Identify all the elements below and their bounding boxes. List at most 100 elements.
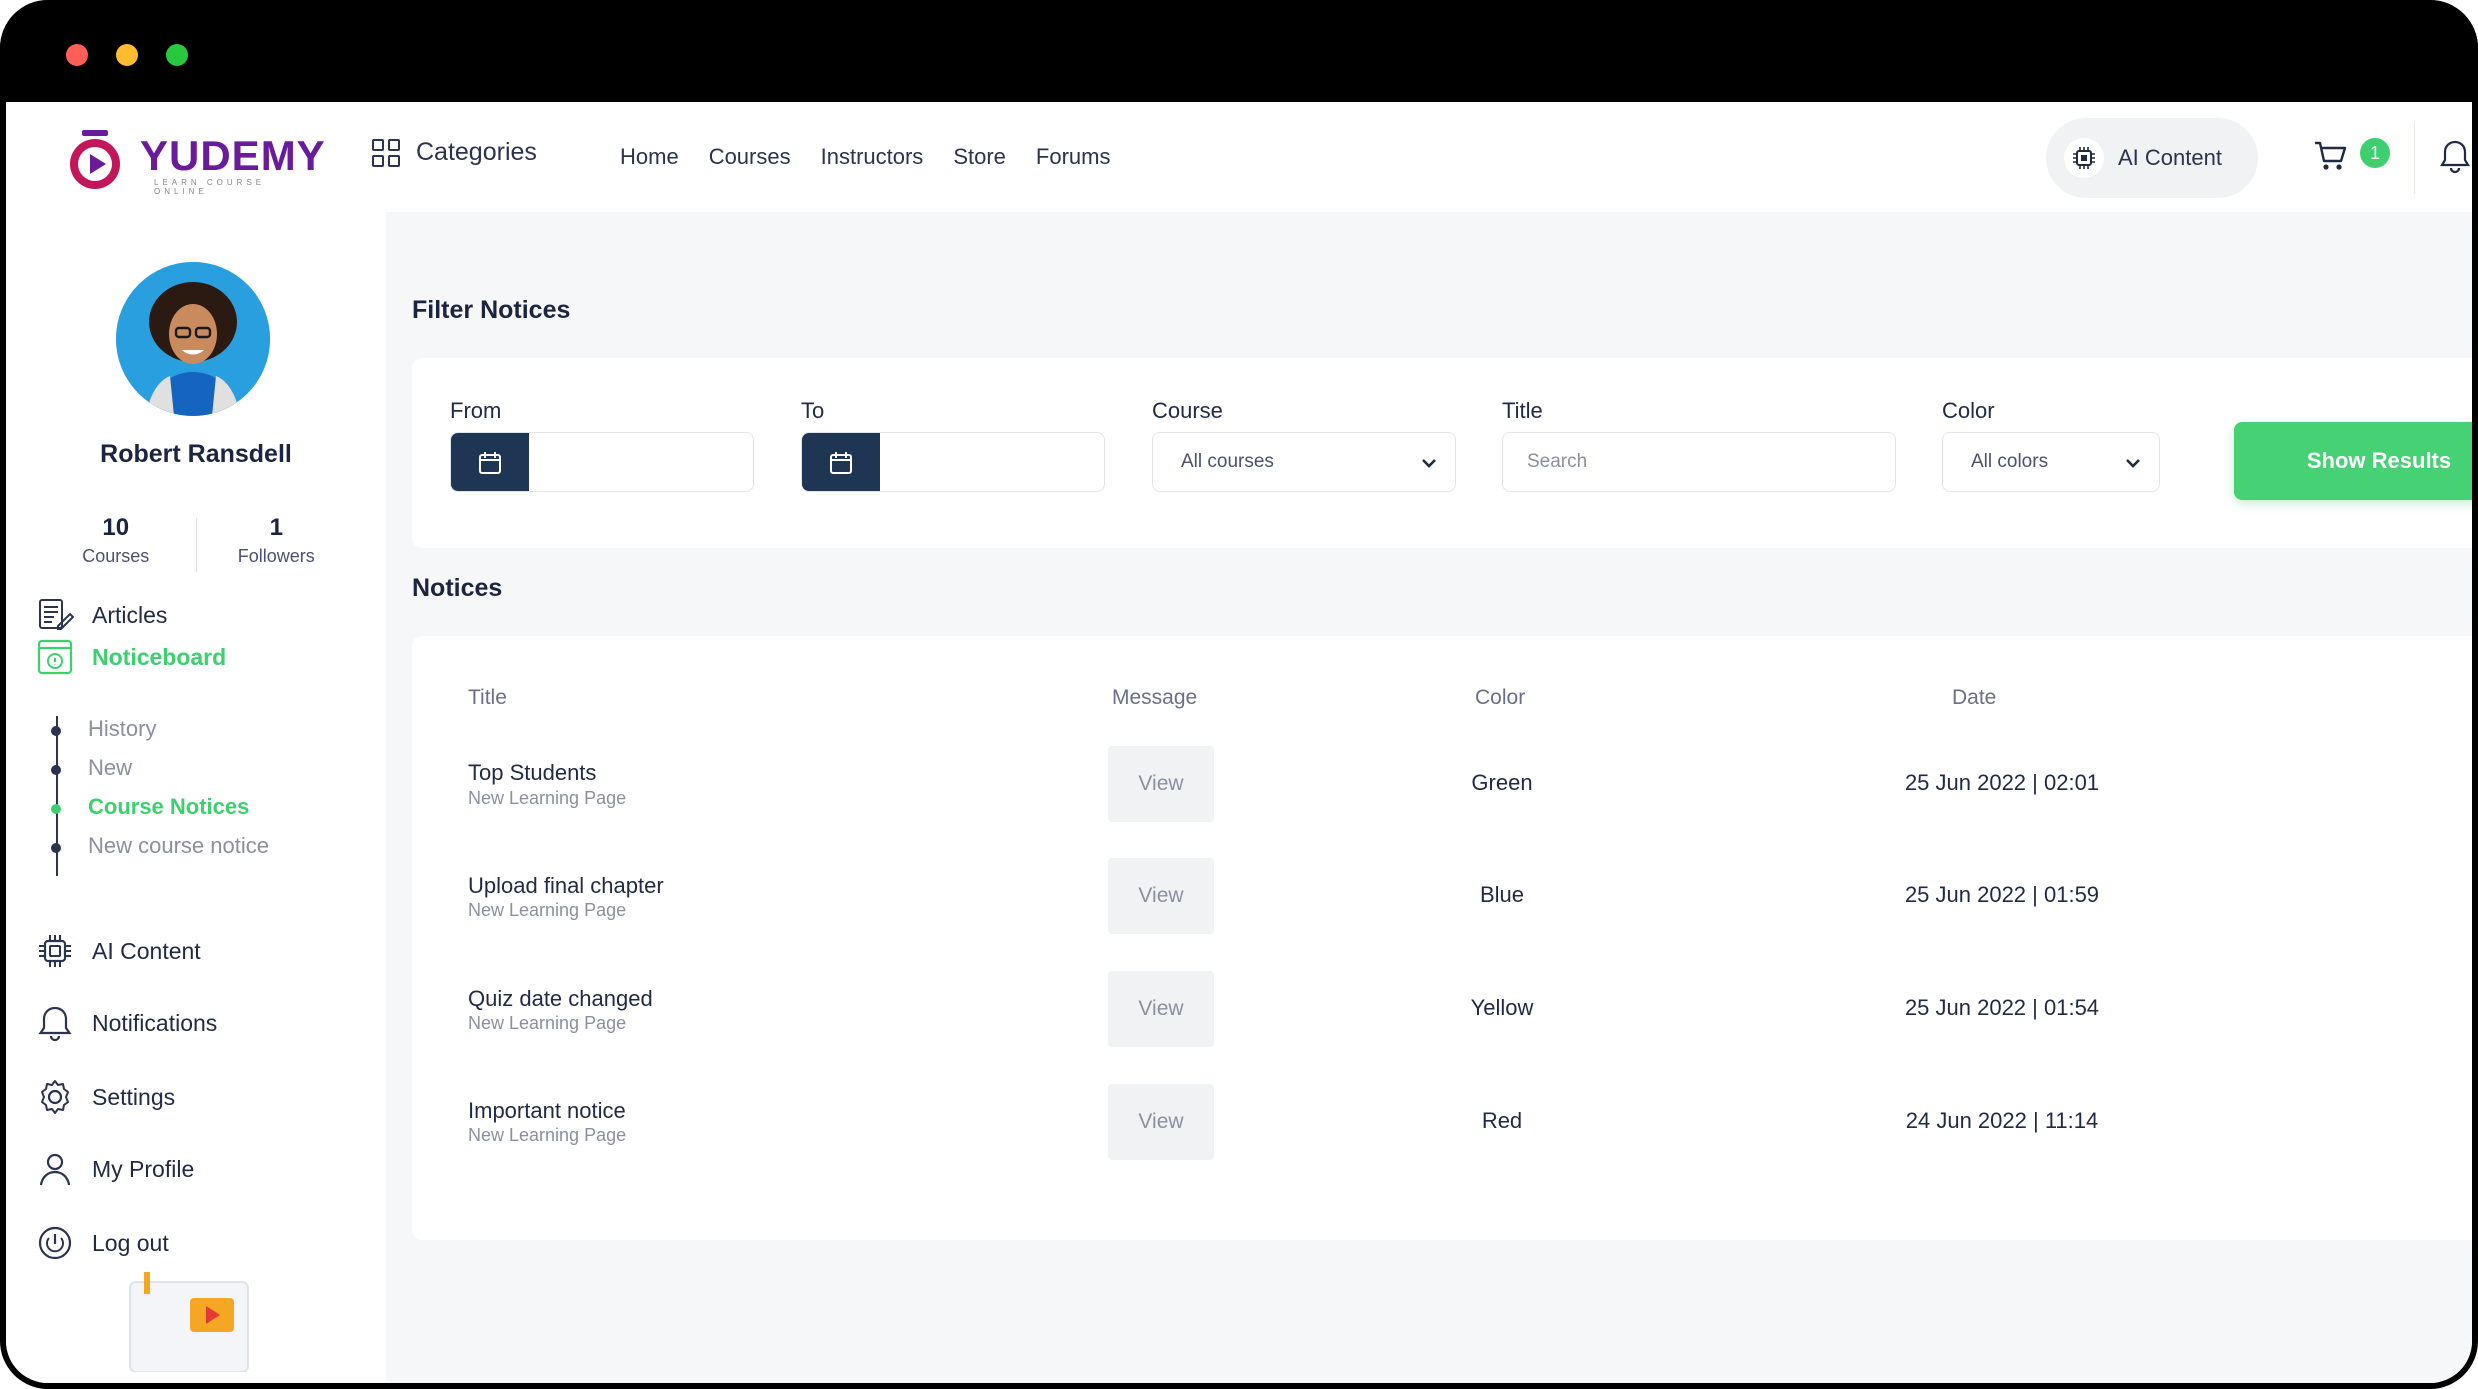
- sidebar-item-notifications[interactable]: Notifications: [36, 1004, 217, 1042]
- grid-icon: [372, 138, 400, 167]
- nav-link-store[interactable]: Store: [953, 144, 1006, 170]
- notice-color: Green: [1471, 770, 1533, 795]
- ai-content-label: AI Content: [2118, 145, 2222, 170]
- to-label: To: [801, 398, 825, 423]
- sidebar-item-label: My Profile: [92, 1155, 195, 1182]
- nav-link-instructors[interactable]: Instructors: [821, 144, 924, 170]
- submenu-dot: [51, 765, 61, 775]
- sidebar-item-log-out[interactable]: Log out: [36, 1224, 169, 1262]
- notice-subtitle: New Learning Page: [468, 1125, 627, 1145]
- site-logo[interactable]: YUDEMY LEARN COURSE ONLINE: [62, 124, 325, 196]
- view-message-button[interactable]: View: [1108, 858, 1214, 934]
- ai-content-button[interactable]: AI Content: [2046, 118, 2258, 198]
- notice-color: Blue: [1479, 882, 1525, 907]
- nav-link-courses[interactable]: Courses: [709, 144, 791, 170]
- bell-icon: [38, 1006, 72, 1042]
- notice-date: 25 Jun 2022 | 01:54: [1904, 995, 2100, 1020]
- column-header-title: Title: [468, 686, 507, 709]
- sidebar-item-settings[interactable]: Settings: [36, 1078, 175, 1116]
- course-select-value: All courses: [1181, 451, 1274, 472]
- sidebar-item-articles[interactable]: Articles: [36, 596, 167, 634]
- from-label: From: [450, 398, 502, 423]
- device-frame: YUDEMY LEARN COURSE ONLINE Categories Ho…: [0, 0, 2478, 1389]
- title-search-input[interactable]: Search: [1502, 432, 1896, 492]
- cart-icon[interactable]: [2312, 138, 2348, 174]
- top-header: YUDEMY LEARN COURSE ONLINE Categories Ho…: [6, 102, 2472, 212]
- course-select[interactable]: All courses: [1152, 432, 1456, 492]
- main-content: Filter Notices From To Course All course…: [386, 212, 2472, 1383]
- cart-count-badge: 1: [2360, 138, 2390, 168]
- power-icon: [38, 1226, 72, 1260]
- minimize-window-button[interactable]: [116, 44, 138, 66]
- submenu-dot: [51, 726, 61, 736]
- column-header-date: Date: [1952, 686, 1997, 709]
- sidebar: Robert Ransdell 10 Courses 1 Followers A…: [6, 212, 386, 1383]
- avatar[interactable]: [116, 262, 270, 416]
- close-window-button[interactable]: [66, 44, 88, 66]
- nav-link-forums[interactable]: Forums: [1036, 144, 1111, 170]
- sidebar-item-label: Settings: [92, 1083, 176, 1110]
- stat-courses-count: 10: [102, 514, 130, 541]
- sidebar-item-label: Articles: [92, 601, 168, 628]
- sidebar-item-ai-content[interactable]: AI Content: [36, 932, 201, 970]
- stat-courses-label: Courses: [82, 546, 150, 566]
- notice-title: Quiz date changed: [468, 986, 653, 1011]
- filter-card: From To Course All courses Title Search …: [412, 358, 2472, 548]
- from-date-field[interactable]: [450, 432, 754, 492]
- user-icon: [39, 1153, 71, 1186]
- notice-title: Important notice: [468, 1098, 626, 1123]
- submenu-dot-active: [51, 804, 61, 814]
- title-label: Title: [1502, 398, 1543, 423]
- user-name: Robert Ransdell: [100, 440, 292, 468]
- submenu-dot: [51, 843, 61, 853]
- maximize-window-button[interactable]: [166, 44, 188, 66]
- logo-wordmark: YUDEMY: [140, 132, 326, 179]
- sidebar-item-label: Log out: [92, 1229, 169, 1256]
- stat-followers-count: 1: [269, 514, 283, 541]
- notice-color: Red: [1481, 1108, 1523, 1133]
- categories-label: Categories: [416, 138, 537, 166]
- view-message-button[interactable]: View: [1108, 746, 1214, 822]
- column-header-color: Color: [1475, 686, 1526, 709]
- view-message-button[interactable]: View: [1108, 971, 1214, 1047]
- notice-title: Top Students: [468, 760, 597, 785]
- stat-followers: 1 Followers: [197, 514, 357, 574]
- submenu-item-new[interactable]: New: [88, 755, 132, 781]
- user-stats: 10 Courses 1 Followers: [36, 514, 356, 574]
- stat-followers-label: Followers: [237, 546, 315, 566]
- calendar-icon[interactable]: [451, 433, 529, 491]
- logo-tagline: LEARN COURSE ONLINE: [154, 178, 266, 196]
- notices-title: Notices: [412, 574, 503, 602]
- calendar-icon[interactable]: [802, 433, 880, 491]
- logo-play-icon: [70, 130, 120, 189]
- bell-icon[interactable]: [2438, 138, 2472, 174]
- notice-date: 25 Jun 2022 | 01:59: [1904, 882, 2100, 907]
- notice-color: Yellow: [1470, 995, 1534, 1020]
- categories-menu-button[interactable]: Categories: [372, 138, 537, 167]
- window-titlebar: [0, 0, 2478, 102]
- to-date-field[interactable]: [801, 432, 1105, 492]
- nav-link-home[interactable]: Home: [620, 144, 679, 170]
- color-select-value: All colors: [1971, 451, 2049, 472]
- show-results-button[interactable]: Show Results: [2234, 422, 2472, 500]
- color-select[interactable]: All colors: [1942, 432, 2160, 492]
- submenu-item-history[interactable]: History: [88, 716, 156, 742]
- title-search-placeholder: Search: [1527, 451, 1588, 472]
- notices-table: Title Message Color Date Top Students Ne…: [412, 636, 2472, 1240]
- notice-date: 24 Jun 2022 | 11:14: [1905, 1108, 2099, 1133]
- color-label: Color: [1942, 398, 1995, 423]
- submenu-item-course-notices[interactable]: Course Notices: [88, 794, 249, 820]
- view-message-button[interactable]: View: [1108, 1084, 1214, 1160]
- notice-date: 25 Jun 2022 | 02:01: [1904, 770, 2100, 795]
- notice-title: Upload final chapter: [468, 873, 664, 898]
- filter-notices-title: Filter Notices: [412, 296, 571, 324]
- course-label: Course: [1152, 398, 1223, 423]
- gear-icon: [41, 1080, 69, 1114]
- sidebar-item-label: Noticeboard: [92, 643, 227, 670]
- sidebar-item-noticeboard[interactable]: Noticeboard: [36, 638, 226, 676]
- sidebar-item-label: AI Content: [92, 937, 201, 964]
- chip-icon: [39, 935, 71, 967]
- chip-icon: [2064, 138, 2104, 178]
- sidebar-item-my-profile[interactable]: My Profile: [36, 1150, 194, 1188]
- submenu-item-new-course-notice[interactable]: New course notice: [88, 833, 269, 859]
